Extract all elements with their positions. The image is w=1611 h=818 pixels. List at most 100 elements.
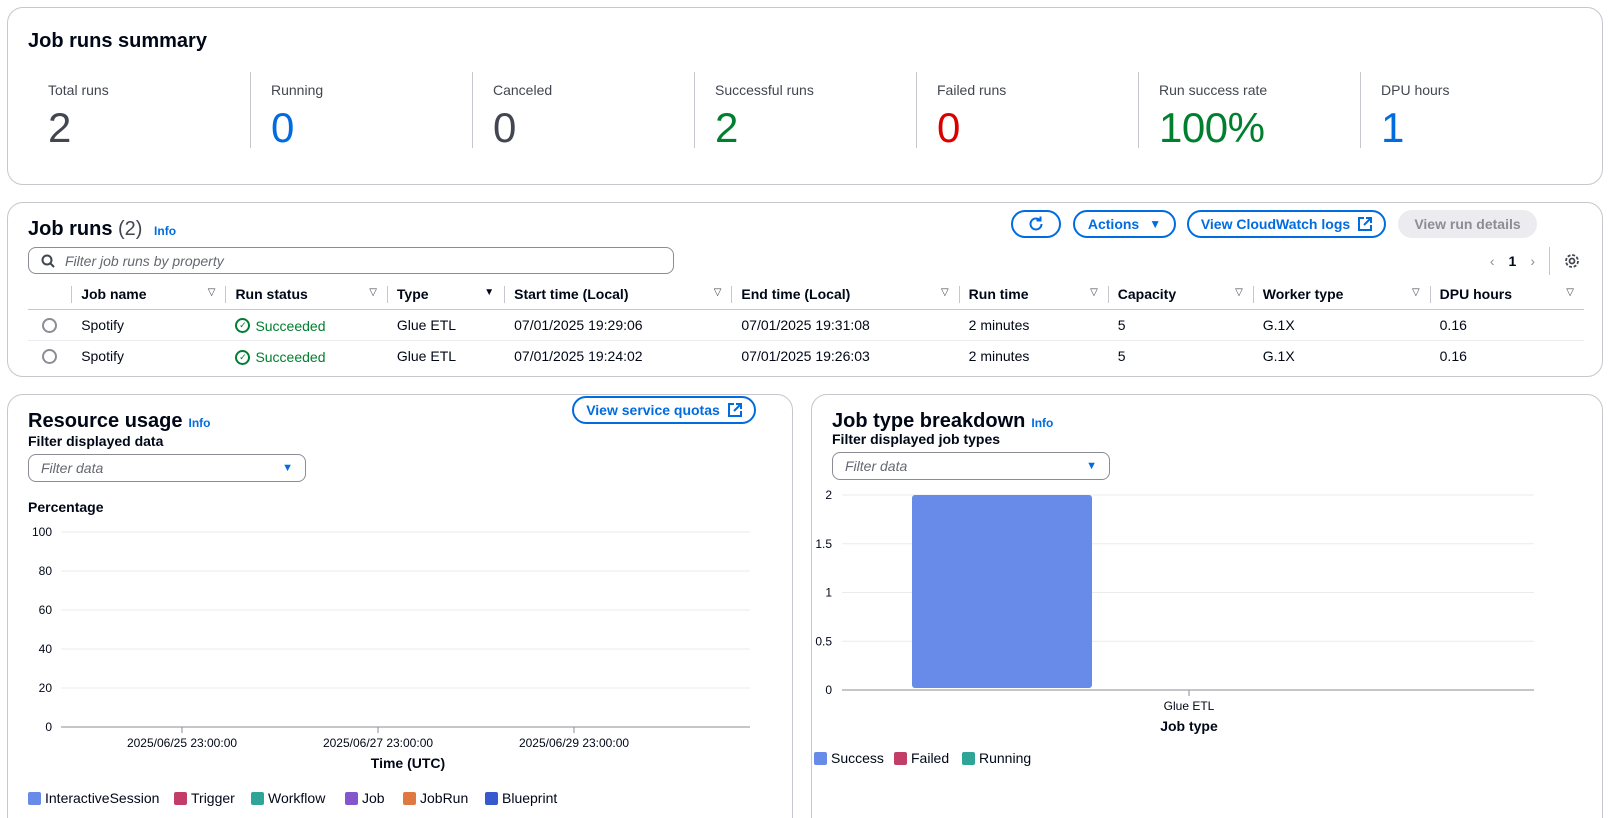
- status-badge: ✓ Succeeded: [235, 318, 326, 334]
- metric-label: Running: [271, 82, 324, 98]
- metric-canceled: Canceled 0: [472, 72, 694, 151]
- metric-value[interactable]: 1: [1381, 104, 1582, 152]
- chevron-left-icon[interactable]: ‹: [1490, 253, 1495, 269]
- legend-label: Trigger: [191, 790, 235, 806]
- cell-start-time: 07/01/2025 19:29:06: [504, 309, 732, 341]
- settings-gear-icon[interactable]: [1564, 253, 1580, 269]
- resource-usage-chart: Percentage 100 80 60 40 20 0 2025/06/25 23:00:0…: [28, 499, 750, 806]
- select-column-header: [28, 279, 72, 310]
- metric-label: Total runs: [48, 82, 109, 98]
- run-details-label: View run details: [1414, 216, 1521, 232]
- row-radio[interactable]: [42, 349, 57, 365]
- sort-icon: ▽: [207, 287, 216, 298]
- view-run-details-button[interactable]: View run details: [1398, 210, 1537, 238]
- x-tick-label: 2025/06/27 23:00:00: [323, 736, 433, 750]
- legend-label: Running: [979, 750, 1031, 766]
- actions-button[interactable]: Actions ▼: [1073, 210, 1176, 238]
- table-row[interactable]: Spotify ✓ Succeeded Glue ETL 07/01/2025 1…: [28, 309, 1584, 341]
- x-tick-label: Glue ETL: [1164, 699, 1215, 713]
- legend-label: Blueprint: [502, 790, 557, 806]
- legend-label: JobRun: [420, 790, 468, 806]
- metric-value: 100%: [1159, 104, 1265, 151]
- resource-usage-panel: Resource usage Info View service quotas …: [7, 394, 793, 818]
- x-axis-title: Job type: [1160, 718, 1218, 734]
- job-type-chart: 2 1.5 1 0.5 0 Glue ETL Job type Success Failed Ru…: [814, 488, 1534, 766]
- cloudwatch-label: View CloudWatch logs: [1200, 216, 1351, 232]
- refresh-button[interactable]: [1011, 210, 1061, 238]
- y-tick-label: 60: [39, 603, 53, 617]
- cell-job-name: Spotify: [71, 309, 226, 341]
- cell-start-time: 07/01/2025 19:24:02: [514, 347, 643, 364]
- cell-capacity: 5: [1117, 347, 1126, 364]
- cell-run-time: 2 minutes: [958, 309, 1108, 341]
- caret-down-icon: ▼: [1149, 217, 1162, 231]
- job-runs-panel: Job runs (2) Info Actions ▼ View CloudWa…: [7, 202, 1603, 377]
- column-header-worker-type[interactable]: Worker type ▽: [1252, 279, 1430, 310]
- legend-label: Success: [831, 750, 884, 766]
- column-header-job-name[interactable]: Job name ▽: [71, 279, 226, 310]
- sort-icon: ▽: [940, 287, 949, 298]
- column-header-type[interactable]: Type ▼: [386, 279, 505, 310]
- legend-swatch: [345, 792, 358, 805]
- search-icon: [41, 254, 55, 268]
- sort-icon: ▽: [1090, 287, 1098, 298]
- sort-active-icon: ▼: [484, 287, 495, 298]
- sort-icon: ▽: [369, 287, 377, 298]
- metric-value: 2: [48, 104, 71, 151]
- column-header-end-time[interactable]: End time (Local) ▽: [731, 279, 959, 310]
- metric-label: Successful runs: [715, 82, 814, 98]
- x-axis-title: Time (UTC): [371, 755, 445, 771]
- column-header-run-time[interactable]: Run time ▽: [958, 279, 1108, 310]
- legend-label: Failed: [911, 750, 949, 766]
- column-header-run-status[interactable]: Run status ▽: [225, 279, 387, 310]
- metric-label: DPU hours: [1381, 82, 1450, 98]
- page-number[interactable]: 1: [1509, 253, 1517, 269]
- y-tick-label: 0.5: [815, 634, 832, 648]
- chevron-right-icon[interactable]: ›: [1530, 253, 1535, 269]
- x-tick-label: 2025/06/29 23:00:00: [519, 736, 629, 750]
- view-cloudwatch-logs-button[interactable]: View CloudWatch logs: [1187, 210, 1386, 238]
- status-badge: ✓ Succeeded: [235, 349, 326, 365]
- summary-metrics: Total runs 2 Running 0 Canceled 0 Succes…: [28, 72, 1584, 151]
- cell-run-time: 2 minutes: [968, 347, 1030, 364]
- search-placeholder: Filter job runs by property: [65, 252, 224, 269]
- legend-swatch: [174, 792, 187, 805]
- sort-icon: ▽: [1566, 287, 1574, 298]
- cell-end-time: 07/01/2025 19:26:03: [741, 347, 870, 364]
- y-tick-label: 1.5: [815, 537, 832, 551]
- metric-total-runs: Total runs 2: [28, 72, 250, 151]
- column-header-capacity[interactable]: Capacity ▽: [1107, 279, 1253, 310]
- cell-type: Glue ETL: [386, 309, 505, 341]
- job-runs-title-text: Job runs: [28, 218, 113, 240]
- column-header-start-time[interactable]: Start time (Local) ▽: [504, 279, 732, 310]
- legend-label: InteractiveSession: [45, 790, 159, 806]
- info-link[interactable]: Info: [154, 224, 176, 238]
- metric-run-success-rate: Run success rate 100%: [1138, 72, 1360, 151]
- external-link-icon: [1358, 217, 1373, 231]
- cell-job-name: Spotify: [81, 347, 124, 364]
- sort-icon: ▽: [713, 287, 722, 298]
- legend-swatch: [485, 792, 498, 805]
- row-radio[interactable]: [42, 317, 57, 333]
- job-type-breakdown-panel: Job type breakdown Info Filter displayed…: [811, 394, 1603, 818]
- metric-label: Run success rate: [1159, 82, 1268, 98]
- metric-failed-runs: Failed runs 0: [916, 72, 1138, 151]
- metric-label: Failed runs: [937, 82, 1007, 98]
- column-header-dpu-hours[interactable]: DPU hours ▽: [1429, 279, 1584, 310]
- job-runs-table: Job name ▽ Run status ▽ Type ▼ Start time (…: [28, 279, 1584, 371]
- y-tick-label: 2: [825, 488, 832, 502]
- cell-worker-type: G.1X: [1252, 309, 1430, 341]
- legend-swatch: [962, 752, 975, 765]
- y-tick-label: 40: [39, 642, 53, 656]
- filter-job-runs-input[interactable]: Filter job runs by property: [28, 247, 674, 274]
- pager-divider: [1549, 247, 1550, 275]
- legend-label: Job: [362, 790, 385, 806]
- legend-swatch: [814, 752, 827, 765]
- y-tick-label: 100: [32, 525, 52, 539]
- legend-swatch: [28, 792, 41, 805]
- metric-value[interactable]: 0: [271, 104, 472, 152]
- table-row[interactable]: Spotify ✓ Succeeded Glue ETL 07/01/2025 1…: [28, 340, 1584, 371]
- actions-label: Actions: [1087, 216, 1140, 232]
- job-runs-title: Job runs (2) Info: [28, 218, 176, 241]
- bar-success: [912, 495, 1092, 688]
